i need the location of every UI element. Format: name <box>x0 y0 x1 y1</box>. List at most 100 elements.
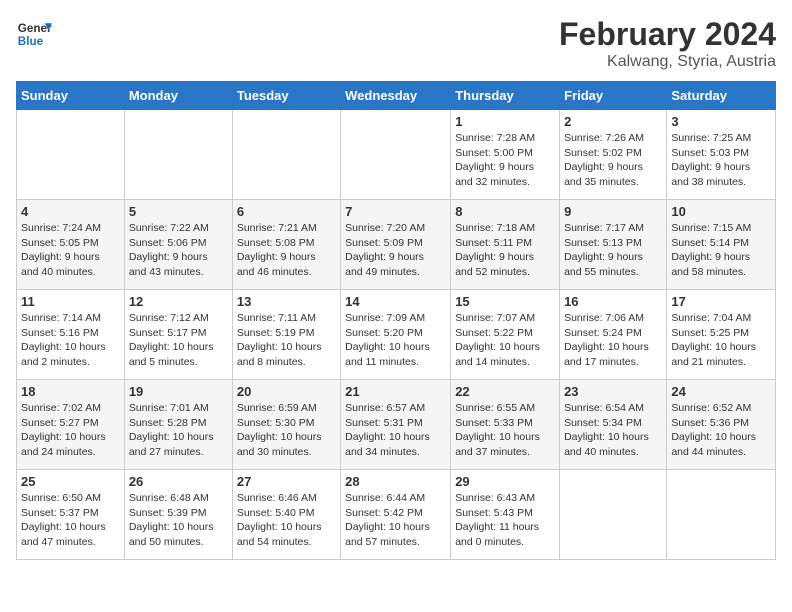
day-info: Sunrise: 7:26 AM Sunset: 5:02 PM Dayligh… <box>564 131 662 190</box>
calendar-cell: 27 Sunrise: 6:46 AM Sunset: 5:40 PM Dayli… <box>232 470 340 560</box>
day-number: 13 <box>237 294 336 309</box>
day-number: 22 <box>455 384 555 399</box>
day-number: 29 <box>455 474 555 489</box>
weekday-header-saturday: Saturday <box>667 82 776 110</box>
calendar-cell: 16 Sunrise: 7:06 AM Sunset: 5:24 PM Dayli… <box>560 290 667 380</box>
day-info: Sunrise: 7:15 AM Sunset: 5:14 PM Dayligh… <box>671 221 771 280</box>
calendar-cell <box>560 470 667 560</box>
calendar-cell: 28 Sunrise: 6:44 AM Sunset: 5:42 PM Dayli… <box>341 470 451 560</box>
day-info: Sunrise: 7:21 AM Sunset: 5:08 PM Dayligh… <box>237 221 336 280</box>
calendar-week-4: 18 Sunrise: 7:02 AM Sunset: 5:27 PM Dayli… <box>17 380 776 470</box>
calendar-cell <box>667 470 776 560</box>
day-number: 21 <box>345 384 446 399</box>
calendar-cell: 18 Sunrise: 7:02 AM Sunset: 5:27 PM Dayli… <box>17 380 125 470</box>
day-info: Sunrise: 7:17 AM Sunset: 5:13 PM Dayligh… <box>564 221 662 280</box>
day-info: Sunrise: 6:55 AM Sunset: 5:33 PM Dayligh… <box>455 401 555 460</box>
day-number: 26 <box>129 474 228 489</box>
day-number: 14 <box>345 294 446 309</box>
day-info: Sunrise: 7:07 AM Sunset: 5:22 PM Dayligh… <box>455 311 555 370</box>
calendar-cell: 12Sunrise: 7:12 AM Sunset: 5:17 PM Dayli… <box>124 290 232 380</box>
calendar-cell: 15Sunrise: 7:07 AM Sunset: 5:22 PM Dayli… <box>451 290 560 380</box>
day-number: 19 <box>129 384 228 399</box>
calendar-cell: 11 Sunrise: 7:14 AM Sunset: 5:16 PM Dayli… <box>17 290 125 380</box>
weekday-header-thursday: Thursday <box>451 82 560 110</box>
calendar-week-5: 25 Sunrise: 6:50 AM Sunset: 5:37 PM Dayli… <box>17 470 776 560</box>
calendar-week-2: 4 Sunrise: 7:24 AM Sunset: 5:05 PM Daylig… <box>17 200 776 290</box>
calendar-cell: 26Sunrise: 6:48 AM Sunset: 5:39 PM Dayli… <box>124 470 232 560</box>
calendar-cell: 1 Sunrise: 7:28 AM Sunset: 5:00 PM Daylig… <box>451 110 560 200</box>
day-info: Sunrise: 6:57 AM Sunset: 5:31 PM Dayligh… <box>345 401 446 460</box>
calendar-body: 1 Sunrise: 7:28 AM Sunset: 5:00 PM Daylig… <box>17 110 776 560</box>
calendar-cell <box>124 110 232 200</box>
weekday-header-sunday: Sunday <box>17 82 125 110</box>
calendar-cell: 5Sunrise: 7:22 AM Sunset: 5:06 PM Daylig… <box>124 200 232 290</box>
calendar-cell: 24 Sunrise: 6:52 AM Sunset: 5:36 PM Dayli… <box>667 380 776 470</box>
calendar-cell: 6 Sunrise: 7:21 AM Sunset: 5:08 PM Daylig… <box>232 200 340 290</box>
day-number: 17 <box>671 294 771 309</box>
day-info: Sunrise: 6:54 AM Sunset: 5:34 PM Dayligh… <box>564 401 662 460</box>
day-info: Sunrise: 7:06 AM Sunset: 5:24 PM Dayligh… <box>564 311 662 370</box>
logo: General Blue <box>16 16 52 52</box>
day-number: 10 <box>671 204 771 219</box>
day-info: Sunrise: 6:43 AM Sunset: 5:43 PM Dayligh… <box>455 491 555 550</box>
day-number: 23 <box>564 384 662 399</box>
day-info: Sunrise: 6:59 AM Sunset: 5:30 PM Dayligh… <box>237 401 336 460</box>
weekday-header-wednesday: Wednesday <box>341 82 451 110</box>
day-info: Sunrise: 6:44 AM Sunset: 5:42 PM Dayligh… <box>345 491 446 550</box>
day-number: 27 <box>237 474 336 489</box>
calendar-cell: 21 Sunrise: 6:57 AM Sunset: 5:31 PM Dayli… <box>341 380 451 470</box>
calendar-cell: 14 Sunrise: 7:09 AM Sunset: 5:20 PM Dayli… <box>341 290 451 380</box>
day-info: Sunrise: 7:09 AM Sunset: 5:20 PM Dayligh… <box>345 311 446 370</box>
calendar-cell: 19 Sunrise: 7:01 AM Sunset: 5:28 PM Dayli… <box>124 380 232 470</box>
page-header: General Blue February 2024 Kalwang, Styr… <box>16 16 776 71</box>
calendar-cell: 4 Sunrise: 7:24 AM Sunset: 5:05 PM Daylig… <box>17 200 125 290</box>
day-number: 16 <box>564 294 662 309</box>
title-area: February 2024 Kalwang, Styria, Austria <box>559 16 776 71</box>
calendar-cell: 7Sunrise: 7:20 AM Sunset: 5:09 PM Daylig… <box>341 200 451 290</box>
day-number: 20 <box>237 384 336 399</box>
calendar-cell: 10 Sunrise: 7:15 AM Sunset: 5:14 PM Dayli… <box>667 200 776 290</box>
calendar-cell: 3 Sunrise: 7:25 AM Sunset: 5:03 PM Daylig… <box>667 110 776 200</box>
calendar-cell <box>341 110 451 200</box>
day-number: 1 <box>455 114 555 129</box>
day-number: 9 <box>564 204 662 219</box>
weekday-header-monday: Monday <box>124 82 232 110</box>
calendar-cell: 9 Sunrise: 7:17 AM Sunset: 5:13 PM Daylig… <box>560 200 667 290</box>
weekday-header-friday: Friday <box>560 82 667 110</box>
day-info: Sunrise: 7:24 AM Sunset: 5:05 PM Dayligh… <box>21 221 120 280</box>
logo-icon: General Blue <box>16 16 52 52</box>
day-number: 12 <box>129 294 228 309</box>
calendar-week-3: 11 Sunrise: 7:14 AM Sunset: 5:16 PM Dayli… <box>17 290 776 380</box>
calendar-cell: 22 Sunrise: 6:55 AM Sunset: 5:33 PM Dayli… <box>451 380 560 470</box>
day-number: 25 <box>21 474 120 489</box>
calendar-cell: 23 Sunrise: 6:54 AM Sunset: 5:34 PM Dayli… <box>560 380 667 470</box>
day-number: 24 <box>671 384 771 399</box>
day-number: 28 <box>345 474 446 489</box>
day-number: 18 <box>21 384 120 399</box>
day-info: Sunrise: 7:14 AM Sunset: 5:16 PM Dayligh… <box>21 311 120 370</box>
day-info: Sunrise: 6:46 AM Sunset: 5:40 PM Dayligh… <box>237 491 336 550</box>
day-info: Sunrise: 6:52 AM Sunset: 5:36 PM Dayligh… <box>671 401 771 460</box>
day-number: 4 <box>21 204 120 219</box>
day-number: 11 <box>21 294 120 309</box>
weekday-header-tuesday: Tuesday <box>232 82 340 110</box>
day-number: 8 <box>455 204 555 219</box>
day-info: Sunrise: 7:28 AM Sunset: 5:00 PM Dayligh… <box>455 131 555 190</box>
calendar-cell: 17Sunrise: 7:04 AM Sunset: 5:25 PM Dayli… <box>667 290 776 380</box>
calendar-cell: 8 Sunrise: 7:18 AM Sunset: 5:11 PM Daylig… <box>451 200 560 290</box>
day-info: Sunrise: 7:18 AM Sunset: 5:11 PM Dayligh… <box>455 221 555 280</box>
calendar-cell: 2Sunrise: 7:26 AM Sunset: 5:02 PM Daylig… <box>560 110 667 200</box>
day-number: 6 <box>237 204 336 219</box>
day-info: Sunrise: 7:22 AM Sunset: 5:06 PM Dayligh… <box>129 221 228 280</box>
calendar-cell: 13Sunrise: 7:11 AM Sunset: 5:19 PM Dayli… <box>232 290 340 380</box>
day-info: Sunrise: 6:50 AM Sunset: 5:37 PM Dayligh… <box>21 491 120 550</box>
day-info: Sunrise: 7:20 AM Sunset: 5:09 PM Dayligh… <box>345 221 446 280</box>
calendar-cell <box>17 110 125 200</box>
day-info: Sunrise: 7:02 AM Sunset: 5:27 PM Dayligh… <box>21 401 120 460</box>
day-info: Sunrise: 7:25 AM Sunset: 5:03 PM Dayligh… <box>671 131 771 190</box>
month-title: February 2024 <box>559 16 776 53</box>
day-info: Sunrise: 7:01 AM Sunset: 5:28 PM Dayligh… <box>129 401 228 460</box>
day-number: 3 <box>671 114 771 129</box>
calendar-week-1: 1 Sunrise: 7:28 AM Sunset: 5:00 PM Daylig… <box>17 110 776 200</box>
calendar-cell: 29 Sunrise: 6:43 AM Sunset: 5:43 PM Dayli… <box>451 470 560 560</box>
